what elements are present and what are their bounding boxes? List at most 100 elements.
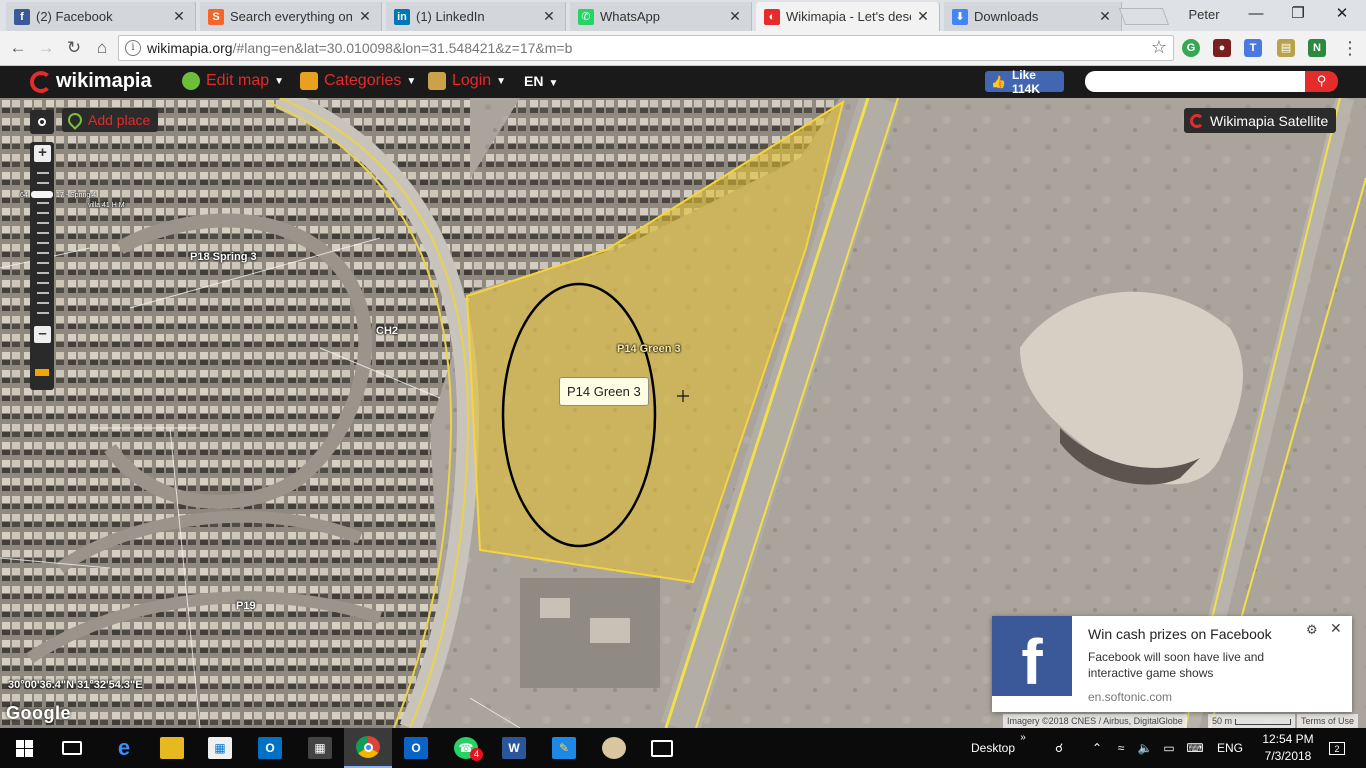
map-label-spring4[interactable]: 17 - Spring 4 — [56, 192, 96, 199]
extension-avatar-icon[interactable]: ● — [1213, 39, 1231, 57]
locate-button[interactable] — [30, 110, 54, 134]
taskbar-store[interactable]: ▦ — [196, 728, 244, 768]
edit-map-menu[interactable]: Edit map ▼ — [182, 72, 284, 90]
task-view-icon — [62, 741, 82, 755]
zoom-slider[interactable] — [30, 142, 54, 390]
tab-title: Downloads — [974, 9, 1039, 24]
input-language[interactable]: ENG — [1214, 728, 1246, 768]
taskbar-chrome[interactable] — [344, 728, 392, 768]
wikimapia-icon: ◐ — [764, 8, 780, 25]
browser-tab[interactable]: in (1) LinkedIn ✕ — [386, 2, 566, 31]
grammarly-extension-icon[interactable]: G — [1182, 39, 1200, 57]
wikimapia-search-input[interactable] — [1085, 71, 1307, 92]
paint-palette-icon — [602, 737, 626, 759]
add-place-button[interactable]: Add place — [62, 108, 159, 132]
browser-tab[interactable]: ◐ Wikimapia - Let's descri ✕ — [756, 2, 940, 31]
ruler-button[interactable] — [30, 360, 54, 384]
reload-icon[interactable]: ↻ — [62, 36, 86, 60]
map-label-p19[interactable]: P19 — [236, 600, 256, 612]
whatsapp-icon: ✆ — [578, 8, 594, 25]
facebook-like-button[interactable]: 👍 Like 114K — [985, 68, 1064, 96]
place-tooltip: P14 Green 3 — [559, 377, 649, 406]
categories-menu[interactable]: Categories ▼ — [300, 72, 416, 90]
taskbar-outlook-2[interactable]: O — [392, 728, 440, 768]
outlook-icon: O — [404, 737, 428, 759]
close-window-icon[interactable]: ✕ — [1320, 0, 1364, 30]
zoom-handle[interactable] — [31, 191, 53, 198]
search-icon[interactable]: ⚲ — [1305, 71, 1338, 92]
desktop-toolbar-label[interactable]: Desktop — [964, 728, 1022, 768]
close-icon[interactable]: ✕ — [1330, 620, 1342, 637]
forward-icon[interactable]: → — [34, 36, 58, 60]
google-logo: Google — [6, 703, 71, 723]
gear-icon[interactable]: ⚙ — [1306, 622, 1318, 638]
chrome-icon — [356, 736, 380, 758]
language-selector[interactable]: EN ▼ — [524, 73, 558, 89]
tab-close-icon[interactable]: ✕ — [915, 8, 931, 25]
translate-extension-icon[interactable]: T — [1244, 39, 1262, 57]
whatsapp-badge: 4 — [470, 748, 483, 761]
tab-close-icon[interactable]: ✕ — [1097, 8, 1113, 25]
minimize-icon[interactable]: — — [1234, 0, 1278, 30]
taskbar-edge[interactable]: e — [100, 728, 148, 768]
facebook-notification[interactable]: f Win cash prizes on Facebook Facebook w… — [992, 616, 1352, 712]
new-extension-icon[interactable]: N — [1308, 39, 1326, 57]
map-label-p18[interactable]: P18 Spring 3 — [190, 251, 257, 263]
wikimapia-logo-icon — [30, 70, 52, 93]
bookmark-star-icon[interactable]: ☆ — [1151, 37, 1167, 58]
new-tab-button[interactable] — [1118, 8, 1170, 25]
satellite-layer-button[interactable]: Wikimapia Satellite — [1184, 108, 1337, 133]
zoom-tick — [37, 242, 49, 244]
toolbar-expand-icon[interactable]: » — [1016, 728, 1030, 768]
taskbar-outlook[interactable]: O — [246, 728, 294, 768]
taskbar-sketch[interactable]: ✎ — [540, 728, 588, 768]
map-label-p14[interactable]: P14 Green 3 — [617, 343, 681, 355]
keyboard-icon[interactable]: ⌨ — [1184, 728, 1206, 768]
taskbar-calculator[interactable]: ▦ — [296, 728, 344, 768]
folder-icon — [160, 737, 184, 759]
tab-title: (2) Facebook — [36, 9, 113, 24]
volume-icon[interactable]: 🔈 — [1136, 728, 1154, 768]
tab-close-icon[interactable]: ✕ — [171, 8, 187, 25]
wikimapia-logo[interactable]: wikimapia — [30, 70, 152, 93]
tab-close-icon[interactable]: ✕ — [727, 8, 743, 25]
maximize-icon[interactable]: ❐ — [1276, 0, 1320, 30]
back-icon[interactable]: ← — [6, 36, 30, 60]
tray-expand-icon[interactable]: ⌃ — [1088, 728, 1106, 768]
address-bar[interactable]: i wikimapia.org/#lang=en&lat=30.010098&l… — [118, 35, 1174, 61]
browser-tab[interactable]: S Search everything on So ✕ — [200, 2, 382, 31]
wifi-icon[interactable]: ≈ — [1112, 728, 1130, 768]
chevron-down-icon: ▼ — [406, 75, 417, 87]
browser-tab[interactable]: ⬇ Downloads ✕ — [944, 2, 1122, 31]
terms-link[interactable]: Terms of Use — [1297, 714, 1359, 728]
info-icon[interactable]: i — [125, 40, 141, 56]
zoom-tick — [37, 182, 49, 184]
taskbar-whatsapp[interactable]: ☎ 4 — [442, 728, 490, 768]
browser-tab[interactable]: ✆ WhatsApp ✕ — [570, 2, 752, 31]
login-menu[interactable]: Login ▼ — [428, 72, 506, 90]
zoom-tick — [37, 292, 49, 294]
notes-extension-icon[interactable]: ▤ — [1277, 39, 1295, 57]
action-center-button[interactable]: 2 — [1322, 728, 1352, 768]
battery-icon[interactable]: ▭ — [1160, 728, 1178, 768]
home-icon[interactable]: ⌂ — [90, 36, 114, 60]
tab-close-icon[interactable]: ✕ — [541, 8, 557, 25]
tab-close-icon[interactable]: ✕ — [357, 8, 373, 25]
tab-title: WhatsApp — [600, 9, 660, 24]
taskbar-photos[interactable] — [638, 728, 686, 768]
browser-tab[interactable]: f (2) Facebook ✕ — [6, 2, 196, 31]
system-clock[interactable]: 12:54 PM 7/3/2018 — [1258, 731, 1318, 765]
people-icon[interactable]: ☌ — [1048, 728, 1070, 768]
profile-button[interactable]: Peter — [1170, 0, 1238, 30]
taskbar-paint[interactable] — [590, 728, 638, 768]
menu-dots-icon[interactable]: ⋮ — [1338, 36, 1362, 60]
zoom-out-button[interactable]: – — [34, 326, 51, 343]
zoom-tick — [37, 312, 49, 314]
task-view-button[interactable] — [48, 728, 96, 768]
taskbar-file-explorer[interactable] — [148, 728, 196, 768]
zoom-in-button[interactable]: + — [34, 145, 51, 162]
map-label-villa[interactable]: villa 41 H M — [88, 202, 125, 209]
map-label-ch2[interactable]: CH2 — [376, 325, 398, 337]
start-button[interactable] — [0, 728, 48, 768]
taskbar-word[interactable]: W — [490, 728, 538, 768]
